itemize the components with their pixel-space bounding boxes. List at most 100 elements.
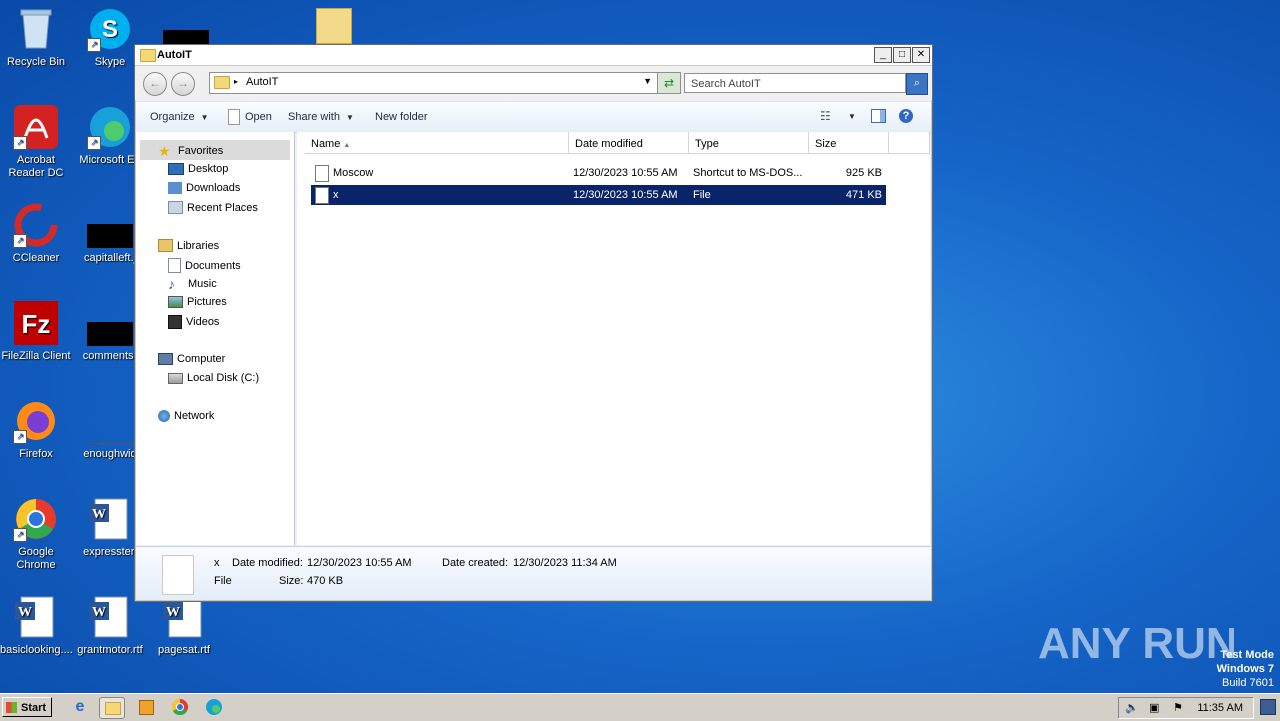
desktop-icon-filezilla[interactable]: Fz FileZilla Client xyxy=(0,300,72,363)
title-bar[interactable]: AutoIT _ □ ✕ xyxy=(135,45,932,66)
file-row-moscow[interactable]: Moscow 12/30/2023 10:55 AM Shortcut to M… xyxy=(311,163,886,183)
desktop-icon-ccleaner[interactable]: ↗ CCleaner xyxy=(0,202,72,265)
chevron-down-icon: ▼ xyxy=(200,113,209,122)
nav-documents[interactable]: Documents xyxy=(168,258,241,273)
word-document-icon: W xyxy=(87,496,133,542)
desktop-icon-pagesat[interactable]: W pagesat.rtf xyxy=(148,594,220,657)
new-folder-button[interactable]: New folder xyxy=(375,111,428,123)
action-center-flag-icon[interactable]: ⚑ xyxy=(1173,698,1183,718)
libraries-icon xyxy=(158,239,173,252)
nav-pictures[interactable]: Pictures xyxy=(168,296,227,308)
file-row-x[interactable]: x 12/30/2023 10:55 AM File 471 KB xyxy=(311,185,886,205)
forward-button[interactable]: → xyxy=(171,72,195,96)
organize-button[interactable]: Organize ▼ xyxy=(150,111,209,123)
nav-libraries[interactable]: Libraries xyxy=(158,239,219,252)
test-mode-watermark: Test Mode Windows 7 Build 7601 xyxy=(1217,648,1274,690)
search-input[interactable]: Search AutoIT xyxy=(684,73,906,93)
window-controls: _ □ ✕ xyxy=(874,47,930,63)
desktop-icon-label: Google Chrome xyxy=(16,546,56,571)
desktop-icon-basiclooking[interactable]: W basiclooking.... xyxy=(0,594,73,657)
shortcut-arrow-icon: ↗ xyxy=(87,38,101,52)
watermark-line: Test Mode xyxy=(1220,649,1274,661)
nav-computer[interactable]: Computer xyxy=(158,353,225,365)
network-icon[interactable]: ▣ xyxy=(1149,698,1159,718)
shortcut-arrow-icon: ↗ xyxy=(13,528,27,542)
show-desktop-button[interactable] xyxy=(1260,699,1276,715)
breadcrumb-chevron-icon[interactable]: ▸ xyxy=(234,77,238,86)
desktop-icon-label: CCleaner xyxy=(12,252,60,264)
open-file-icon xyxy=(228,109,240,125)
nav-recent-places[interactable]: Recent Places xyxy=(168,201,258,214)
share-with-button[interactable]: Share with ▼ xyxy=(288,111,354,123)
anyrun-logo: ANY RUN xyxy=(1038,612,1238,670)
file-date: 12/30/2023 10:55 AM xyxy=(573,167,678,179)
column-header-date-modified[interactable]: Date modified xyxy=(569,132,689,154)
file-icon xyxy=(315,187,329,204)
pictures-icon xyxy=(168,296,183,308)
close-button[interactable]: ✕ xyxy=(912,47,930,63)
search-icon[interactable]: ⌕ xyxy=(906,73,928,95)
chevron-down-icon[interactable]: ▼ xyxy=(643,76,652,86)
nav-downloads[interactable]: Downloads xyxy=(168,182,240,194)
nav-network[interactable]: Network xyxy=(158,410,214,422)
chrome-icon[interactable] xyxy=(168,697,192,717)
sort-ascending-icon: ▲ xyxy=(343,142,351,149)
nav-music[interactable]: ♪ Music xyxy=(168,277,217,291)
clock[interactable]: 11:35 AM xyxy=(1197,698,1243,718)
nav-favorites[interactable]: ★ Favorites xyxy=(158,144,223,158)
details-file-name: x xyxy=(214,557,220,569)
chevron-down-icon[interactable]: ▼ xyxy=(848,112,856,121)
column-header-type[interactable]: Type xyxy=(689,132,809,154)
column-header-filler xyxy=(889,132,930,154)
desktop-icon-firefox[interactable]: ↗ Firefox xyxy=(0,398,72,461)
documents-icon xyxy=(168,258,181,273)
refresh-button[interactable]: ⇄ xyxy=(657,72,681,94)
desktop-icon-grantmotor[interactable]: W grantmotor.rtf xyxy=(74,594,146,657)
column-header-name[interactable]: Name ▲ xyxy=(305,132,569,154)
desktop-icon-chrome[interactable]: ↗ Google Chrome xyxy=(0,496,72,572)
nav-label: Downloads xyxy=(186,182,241,194)
nav-local-disk[interactable]: Local Disk (C:) xyxy=(168,372,259,384)
help-icon[interactable]: ? xyxy=(899,109,913,123)
explorer-window: AutoIT _ □ ✕ ← → ▸ AutoIT ▼ ⇄ Search Aut… xyxy=(134,44,933,602)
column-label: Name xyxy=(311,138,341,150)
preview-pane-icon[interactable] xyxy=(871,109,886,123)
view-options-icon[interactable]: ☷ xyxy=(820,109,834,123)
watermark-line: Build 7601 xyxy=(1222,677,1274,689)
desktop-icon-acrobat[interactable]: ↗ Acrobat Reader DC xyxy=(0,104,72,180)
start-button[interactable]: Start xyxy=(2,697,52,717)
recycle-bin-icon xyxy=(13,6,59,52)
file-size: 925 KB xyxy=(845,167,882,179)
star-icon: ★ xyxy=(158,143,171,159)
desktop-icon xyxy=(168,163,184,175)
maximize-button[interactable]: □ xyxy=(893,47,911,63)
nav-label: Desktop xyxy=(188,163,229,175)
back-button[interactable]: ← xyxy=(143,72,167,96)
file-size: 471 KB xyxy=(845,189,882,201)
details-date-modified-label: Date modified: xyxy=(232,557,303,569)
column-header-size[interactable]: Size xyxy=(809,132,889,154)
nav-videos[interactable]: Videos xyxy=(168,315,219,329)
breadcrumb[interactable]: AutoIT xyxy=(246,76,278,88)
local-disk-icon xyxy=(168,372,183,384)
volume-icon[interactable]: 🔈 xyxy=(1125,698,1139,718)
network-icon xyxy=(158,410,170,422)
desktop-icon-recycle-bin[interactable]: Recycle Bin xyxy=(0,6,72,69)
file-explorer-icon[interactable] xyxy=(99,697,125,719)
internet-explorer-icon[interactable]: e xyxy=(68,697,92,717)
watermark-line: Windows 7 xyxy=(1216,663,1274,675)
edge-icon[interactable] xyxy=(202,697,226,717)
open-button[interactable]: Open xyxy=(245,111,272,123)
minimize-button[interactable]: _ xyxy=(874,47,892,63)
file-date: 12/30/2023 10:55 AM xyxy=(573,189,678,201)
nav-desktop[interactable]: Desktop xyxy=(168,163,228,175)
recent-places-icon xyxy=(168,201,183,214)
address-field[interactable]: ▸ AutoIT ▼ xyxy=(209,72,659,94)
media-player-icon[interactable] xyxy=(134,697,158,717)
file-list: Name ▲ Date modified Type Size Moscow 12… xyxy=(297,132,930,545)
desktop-icon-label: basiclooking.... xyxy=(0,644,73,656)
folder-icon xyxy=(140,49,156,62)
details-date-created-label: Date created: xyxy=(442,557,509,569)
details-size: 470 KB xyxy=(307,575,344,587)
svg-text:Fz: Fz xyxy=(22,309,51,339)
